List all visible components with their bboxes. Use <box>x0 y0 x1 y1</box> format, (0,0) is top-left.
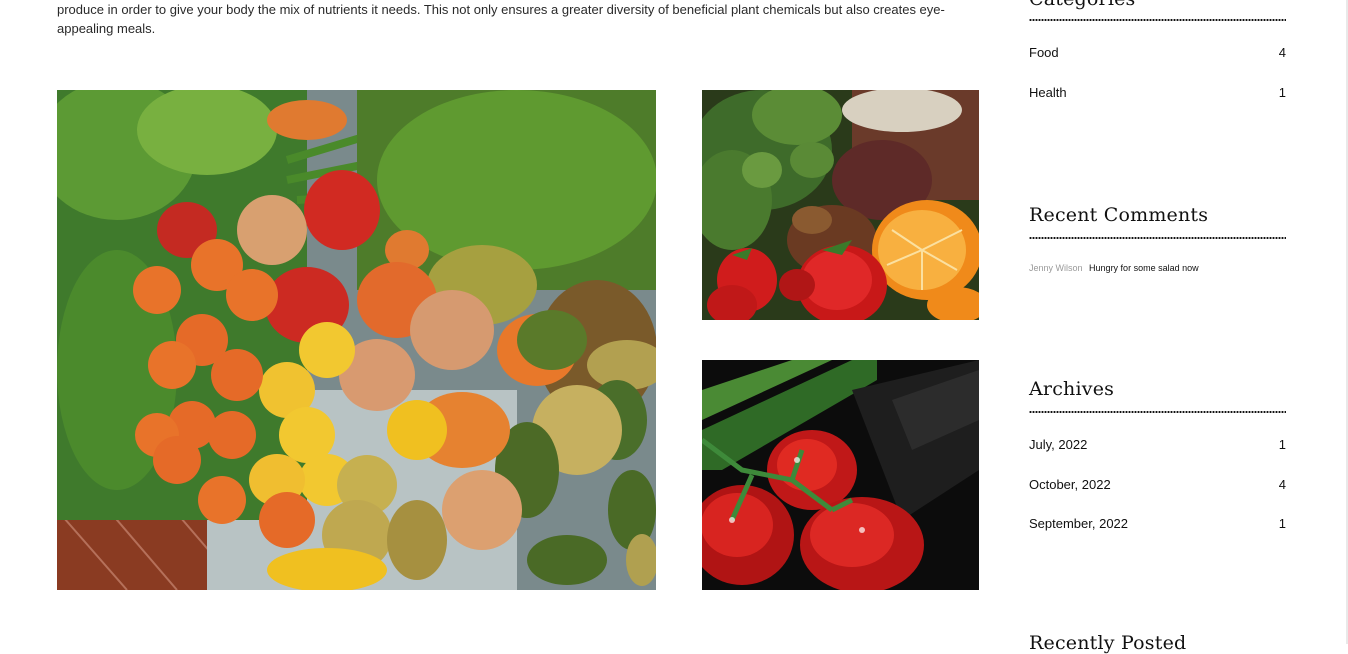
tomato-photo[interactable] <box>702 360 979 590</box>
archives-title: Archives <box>1029 378 1115 400</box>
archives-divider <box>1029 410 1286 414</box>
archive-label[interactable]: July, 2022 <box>1029 437 1087 452</box>
comment-author[interactable]: Jenny Wilson <box>1029 263 1083 273</box>
archive-count: 4 <box>1278 476 1286 492</box>
tomato-image <box>702 360 979 590</box>
article-intro-text: produce in order to give your body the m… <box>57 2 945 36</box>
archive-count: 1 <box>1278 515 1286 531</box>
categories-divider <box>1029 18 1286 22</box>
category-label[interactable]: Health <box>1029 85 1067 100</box>
comment-text[interactable]: Hungry for some salad now <box>1089 263 1199 273</box>
fruit-image <box>702 90 979 320</box>
recent-comments-title: Recent Comments <box>1029 204 1209 226</box>
category-item-health[interactable]: Health 1 <box>1029 83 1286 101</box>
archive-label[interactable]: September, 2022 <box>1029 516 1128 531</box>
recent-comments-divider <box>1029 236 1286 240</box>
produce-photo-large[interactable] <box>57 90 656 590</box>
category-count: 1 <box>1278 84 1286 100</box>
category-label[interactable]: Food <box>1029 45 1059 60</box>
archive-item-october-2022[interactable]: October, 2022 4 <box>1029 475 1286 493</box>
archive-item-july-2022[interactable]: July, 2022 1 <box>1029 435 1286 453</box>
categories-title: Categories <box>1029 0 1286 10</box>
category-item-food[interactable]: Food 4 <box>1029 43 1286 61</box>
recently-posted-title: Recently Posted <box>1029 632 1187 654</box>
archive-label[interactable]: October, 2022 <box>1029 477 1111 492</box>
fruit-photo[interactable] <box>702 90 979 320</box>
archive-count: 1 <box>1278 436 1286 452</box>
category-count: 4 <box>1278 44 1286 60</box>
produce-image <box>57 90 656 590</box>
archive-item-september-2022[interactable]: September, 2022 1 <box>1029 514 1286 532</box>
recent-comment-item[interactable]: Jenny Wilson Hungry for some salad now <box>1029 262 1286 274</box>
